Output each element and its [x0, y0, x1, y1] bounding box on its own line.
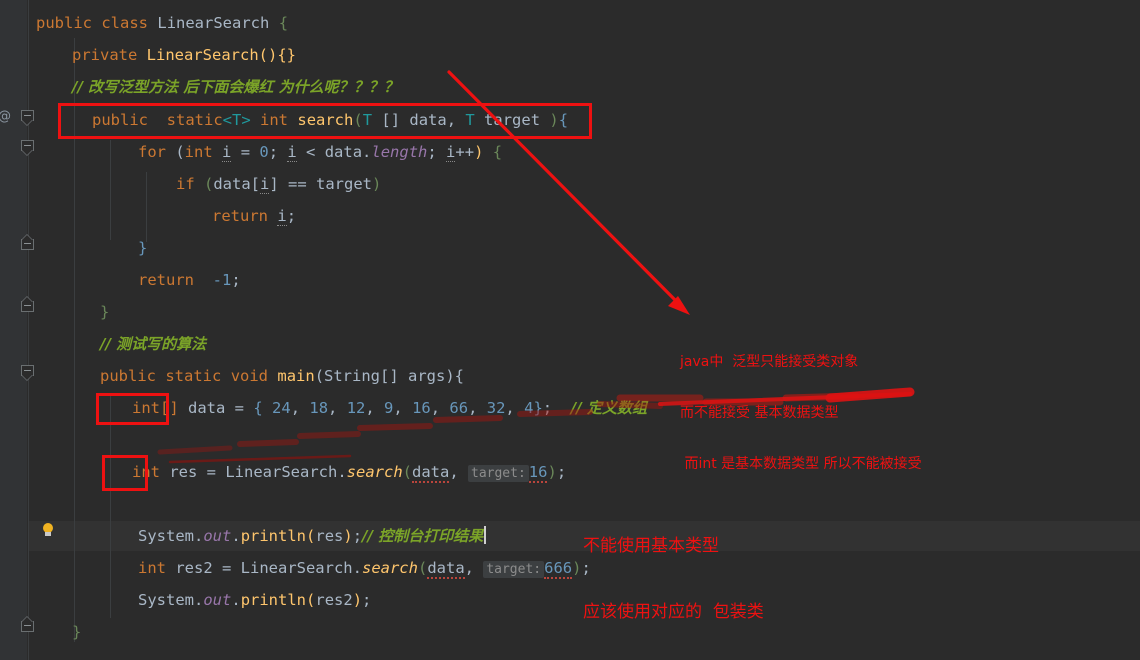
fold-marker-end-method[interactable]: [21, 296, 36, 315]
code-line-12[interactable]: public static void main(String[] args){: [100, 367, 464, 385]
token-classname: System: [138, 527, 194, 545]
indent-guide: [146, 172, 147, 242]
parameter-hint: target:: [483, 561, 545, 578]
annotation-note-1-line-2: 而不能接受 基本数据类型: [680, 405, 839, 421]
code-line-13[interactable]: int[] data = { 24, 18, 12, 9, 16, 66, 32…: [132, 399, 647, 417]
token-number: 32: [486, 399, 506, 417]
token-method-call: println: [240, 591, 307, 609]
int-type-box: [102, 455, 148, 491]
fold-marker-collapse-main[interactable]: [21, 365, 36, 381]
token-classname: LinearSearch: [157, 14, 270, 32]
annotation-note-1-line-1: java中 泛型只能接受类对象: [680, 354, 859, 370]
code-editor-window: @ public class LinearSearch { private Li…: [0, 0, 1140, 660]
token-number: 16: [528, 463, 548, 483]
token-var: res2 =: [166, 559, 241, 577]
code-line-7[interactable]: return i;: [212, 207, 296, 226]
code-line-6[interactable]: if (data[i] == target): [176, 175, 381, 194]
token-number: 666: [544, 559, 573, 579]
token-classname: System: [138, 591, 194, 609]
code-line-11-comment[interactable]: // 测试写的算法: [100, 335, 206, 353]
code-line-2[interactable]: private LinearSearch(){}: [72, 46, 296, 64]
token-number: 16: [412, 399, 431, 417]
token-field: out: [203, 591, 232, 609]
token-keyword: int: [138, 559, 166, 577]
token-number: 18: [309, 399, 329, 417]
inline-comment: // 控制台打印结果: [362, 527, 484, 545]
fold-marker-collapse-method[interactable]: [21, 110, 36, 126]
token-classname: LinearSearch: [225, 463, 338, 481]
code-line-18[interactable]: }: [72, 623, 81, 641]
token-number: -1: [212, 271, 232, 289]
code-line-1[interactable]: public class LinearSearch {: [36, 14, 288, 32]
method-signature-box: [58, 103, 592, 139]
token-number: 66: [449, 399, 469, 417]
fold-marker-end-for[interactable]: [21, 234, 36, 253]
token-keyword: static: [165, 367, 222, 385]
code-line-3-comment[interactable]: // 改写泛型方法 后下面会爆红 为什么呢？？？？: [72, 78, 399, 96]
lightbulb-icon[interactable]: [40, 523, 56, 541]
token-constructor: LinearSearch: [146, 46, 259, 64]
code-line-15[interactable]: System.out.println(res);// 控制台打印结果: [138, 527, 483, 545]
token-number: 0: [259, 143, 269, 161]
fold-rail: [28, 0, 29, 660]
code-line-10[interactable]: }: [100, 303, 109, 321]
fold-marker-end-main[interactable]: [21, 616, 36, 635]
token-method-call: search: [361, 559, 418, 577]
token-semicolon: ;: [231, 271, 241, 289]
parameter-hint: target:: [468, 465, 529, 482]
token-keyword: return: [212, 207, 268, 225]
annotation-note-1: java中 泛型只能接受类对象 而不能接受 基本数据类型 而int 是基本数据类…: [680, 320, 922, 507]
token-field: length: [371, 143, 428, 161]
token-var: res =: [160, 463, 226, 481]
annotation-note-1-line-3: 而int 是基本数据类型 所以不能被接受: [680, 456, 922, 472]
token-number: 12: [346, 399, 366, 417]
token-number: 24: [272, 399, 291, 417]
token-number: 9: [384, 399, 394, 417]
token-method-call: search: [346, 463, 403, 481]
annotation-note-2: 不能使用基本类型 应该使用对应的 包装类: [583, 491, 764, 660]
token-keyword: class: [101, 14, 149, 32]
code-line-9[interactable]: return -1;: [138, 271, 241, 289]
annotation-note-2-line-1: 不能使用基本类型: [583, 536, 719, 556]
code-line-8[interactable]: }: [138, 239, 147, 257]
token-keyword: return: [138, 271, 194, 289]
code-line-16[interactable]: int res2 = LinearSearch.search(data, tar…: [138, 559, 591, 579]
token-classname: LinearSearch: [240, 559, 353, 577]
token-brace: {: [278, 14, 289, 32]
code-line-17[interactable]: System.out.println(res2);: [138, 591, 371, 609]
code-line-5[interactable]: for (int i = 0; i < data.length; i++) {: [138, 143, 502, 162]
indent-guide: [110, 396, 111, 618]
inline-comment: // 定义数组: [570, 399, 647, 417]
fold-marker-collapse-for[interactable]: [21, 140, 36, 156]
annotation-note-2-line-2: 应该使用对应的 包装类: [583, 602, 764, 622]
token-field: out: [203, 527, 232, 545]
token-braces: (){}: [258, 46, 296, 64]
text-caret: [484, 526, 486, 544]
token-method-call: println: [240, 527, 307, 545]
token-keyword: int: [184, 143, 213, 161]
code-line-14[interactable]: int res = LinearSearch.search(data, targ…: [132, 463, 566, 483]
token-keyword: public: [100, 367, 156, 385]
indent-guide: [110, 140, 111, 240]
token-params: (String[] args){: [314, 367, 464, 385]
token-keyword: void: [230, 367, 269, 385]
token-keyword: public: [36, 14, 92, 32]
annotation-marker-icon[interactable]: @: [0, 109, 12, 125]
int-array-type-box: [96, 393, 169, 425]
token-keyword: private: [72, 46, 138, 64]
editor-gutter: [0, 0, 28, 660]
token-method: main: [277, 367, 315, 385]
